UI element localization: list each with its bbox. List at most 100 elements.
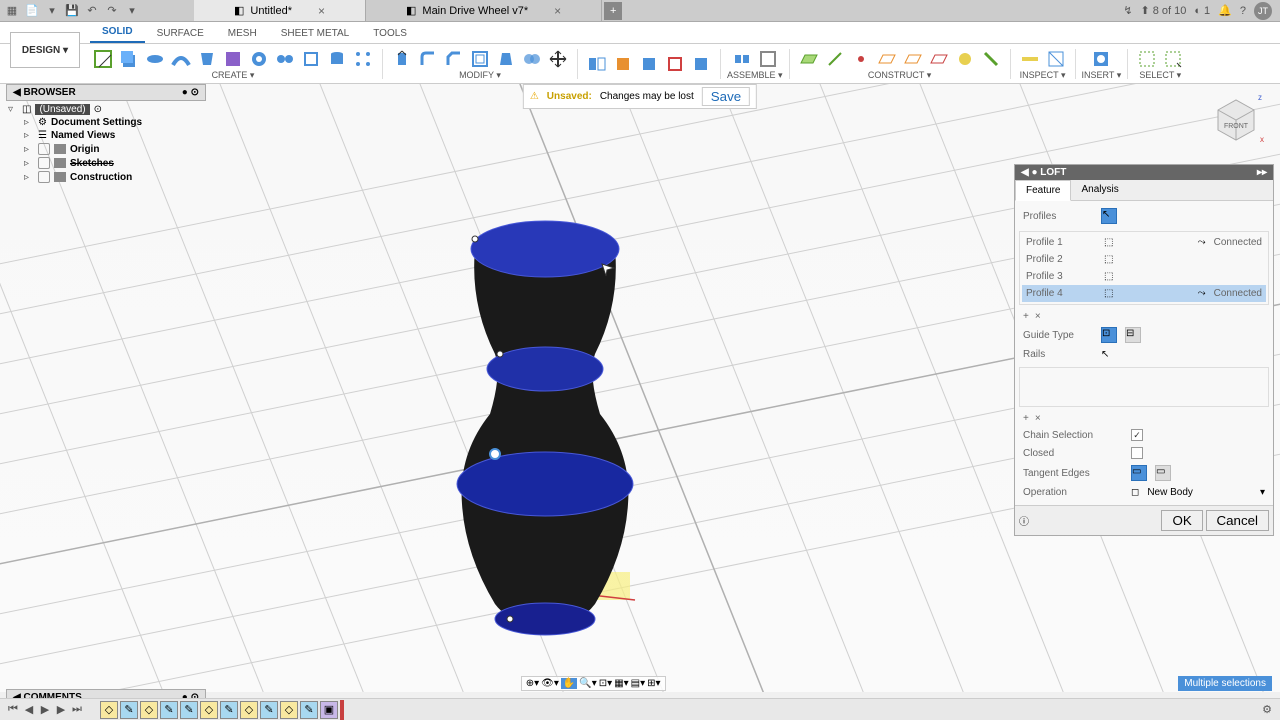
timeline-item[interactable]: ✎ <box>300 701 318 719</box>
doc-tab-main-drive[interactable]: ◧ Main Drive Wheel v7* × <box>366 0 602 21</box>
plane4-icon[interactable] <box>926 46 952 72</box>
visibility-icon[interactable] <box>38 143 50 155</box>
app-grid-icon[interactable]: ▦ <box>4 3 20 19</box>
tab-mesh[interactable]: MESH <box>216 24 269 43</box>
cancel-button[interactable]: Cancel <box>1206 510 1270 531</box>
tree-origin[interactable]: ▹Origin <box>6 142 206 156</box>
plane-icon[interactable] <box>796 46 822 72</box>
browser-toggle-icon[interactable]: ● ⊙ <box>182 87 199 98</box>
box-icon[interactable] <box>298 46 324 72</box>
loft-header[interactable]: ◀ ● LOFT ▸▸ <box>1015 165 1273 180</box>
tangent-off-icon[interactable]: ▭ <box>1155 465 1171 481</box>
tree-doc-settings[interactable]: ▹⚙Document Settings <box>6 116 206 129</box>
tab-analysis[interactable]: Analysis <box>1071 180 1128 200</box>
as-built-icon[interactable] <box>755 46 781 72</box>
select-freeform-icon[interactable] <box>1160 46 1186 72</box>
add-profile-icon[interactable]: + <box>1023 311 1029 322</box>
timeline-item[interactable]: ✎ <box>160 701 178 719</box>
operation-select[interactable]: New Body <box>1147 487 1193 498</box>
close-tab-icon[interactable]: × <box>554 4 561 18</box>
tab-sheet-metal[interactable]: SHEET METAL <box>269 24 362 43</box>
profile-2[interactable]: Profile 2⬚ <box>1022 251 1266 268</box>
tree-named-views[interactable]: ▹☰Named Views <box>6 129 206 142</box>
timeline-back-icon[interactable]: ◀ <box>22 703 36 717</box>
thread-icon[interactable] <box>272 46 298 72</box>
viewcube[interactable]: FRONT z x <box>1206 90 1266 150</box>
timeline-item[interactable]: ◇ <box>140 701 158 719</box>
closed-checkbox[interactable] <box>1131 447 1143 459</box>
timeline-fwd-icon[interactable]: ▶ <box>54 703 68 717</box>
compute-icon[interactable] <box>688 51 714 77</box>
select-icon[interactable]: ↖ <box>1101 208 1117 224</box>
profile-4[interactable]: Profile 4⬚⤳Connected <box>1022 285 1266 302</box>
add-rail-icon[interactable]: + <box>1023 413 1029 424</box>
timeline-item[interactable]: ◇ <box>200 701 218 719</box>
select-window-icon[interactable] <box>1134 46 1160 72</box>
new-tab-button[interactable]: + <box>604 2 622 20</box>
timeline-item[interactable]: ◇ <box>240 701 258 719</box>
save-icon[interactable]: 💾 <box>64 3 80 19</box>
construct-label[interactable]: CONSTRUCT ▾ <box>868 70 931 81</box>
delete-icon[interactable] <box>662 51 688 77</box>
draft-icon[interactable] <box>493 46 519 72</box>
select-label[interactable]: SELECT ▾ <box>1139 70 1181 81</box>
measure-icon[interactable] <box>1017 46 1043 72</box>
save-button[interactable]: Save <box>702 87 750 106</box>
pan-icon[interactable]: ✋ <box>561 678 577 689</box>
timeline-item[interactable]: ✎ <box>120 701 138 719</box>
timeline-settings-icon[interactable]: ⚙ <box>1260 703 1274 717</box>
inspect-label[interactable]: INSPECT ▾ <box>1020 70 1066 81</box>
chain-checkbox[interactable] <box>1131 429 1143 441</box>
close-tab-icon[interactable]: × <box>318 4 325 18</box>
tab-surface[interactable]: SURFACE <box>145 24 216 43</box>
plane2-icon[interactable] <box>874 46 900 72</box>
pattern-icon[interactable] <box>350 46 376 72</box>
info-icon[interactable]: ⓘ <box>1019 513 1029 528</box>
rib-icon[interactable] <box>220 46 246 72</box>
help-icon[interactable]: ? <box>1240 5 1246 17</box>
chamfer-icon[interactable] <box>441 46 467 72</box>
workspace-switcher[interactable]: DESIGN ▾ <box>10 32 80 68</box>
grid-icon[interactable]: ▤▾ <box>631 678 645 689</box>
redo-icon[interactable]: ↷ <box>104 3 120 19</box>
doc-tab-untitled[interactable]: ◧ Untitled* × <box>194 0 366 21</box>
timeline-item[interactable]: ✎ <box>180 701 198 719</box>
timeline-start-icon[interactable]: ⏮ <box>6 703 20 717</box>
insert-label[interactable]: INSERT ▾ <box>1082 70 1122 81</box>
revolve-icon[interactable] <box>142 46 168 72</box>
select-rails-icon[interactable]: ↖ <box>1101 349 1109 360</box>
timeline-marker[interactable] <box>340 700 344 720</box>
timeline-item[interactable]: ▣ <box>320 701 338 719</box>
tab-feature[interactable]: Feature <box>1015 180 1071 201</box>
profile-3[interactable]: Profile 3⬚ <box>1022 268 1266 285</box>
expand-icon[interactable]: ▸▸ <box>1257 167 1267 178</box>
extensions-button[interactable]: ↯ <box>1123 4 1132 17</box>
notifications-icon[interactable]: 🔔 <box>1218 4 1232 17</box>
visibility-icon[interactable] <box>38 171 50 183</box>
timeline-item[interactable]: ◇ <box>100 701 118 719</box>
cylinder-icon[interactable] <box>324 46 350 72</box>
tab-tools[interactable]: TOOLS <box>361 24 419 43</box>
shell-icon[interactable] <box>467 46 493 72</box>
plane5-icon[interactable] <box>952 46 978 72</box>
dropdown2-icon[interactable]: ▾ <box>124 3 140 19</box>
tangent-on-icon[interactable]: ▭ <box>1131 465 1147 481</box>
zoom-icon[interactable]: 🔍▾ <box>579 678 596 689</box>
align-icon[interactable] <box>584 51 610 77</box>
fit-icon[interactable]: ⊡▾ <box>599 678 612 689</box>
remove-profile-icon[interactable]: × <box>1035 311 1041 322</box>
joint-icon[interactable] <box>729 46 755 72</box>
hole-icon[interactable] <box>246 46 272 72</box>
create-label[interactable]: CREATE ▾ <box>212 70 255 81</box>
loft-icon[interactable] <box>194 46 220 72</box>
physical-mat-icon[interactable] <box>610 51 636 77</box>
viewport-icon[interactable]: ⊞▾ <box>647 678 660 689</box>
file-icon[interactable]: 📄 <box>24 3 40 19</box>
plane6-icon[interactable] <box>978 46 1004 72</box>
dropdown-icon[interactable]: ▾ <box>1260 487 1265 498</box>
guide-rails-icon[interactable]: ⊡ <box>1101 327 1117 343</box>
dropdown-icon[interactable]: ▾ <box>44 3 60 19</box>
point-icon[interactable] <box>848 46 874 72</box>
move-icon[interactable] <box>545 46 571 72</box>
profile-1[interactable]: Profile 1⬚⤳Connected <box>1022 234 1266 251</box>
